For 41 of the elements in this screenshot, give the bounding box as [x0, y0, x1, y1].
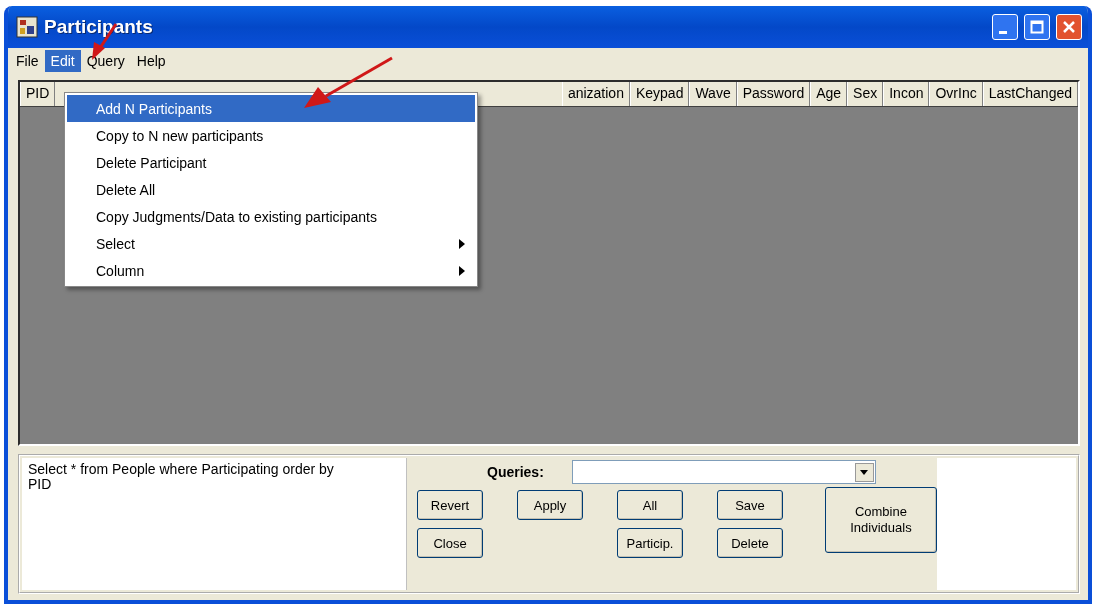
column-header[interactable]: Password [736, 82, 811, 106]
menu-item[interactable]: Copy Judgments/Data to existing participants [67, 203, 475, 230]
app-icon [16, 16, 38, 38]
column-header[interactable]: Keypad [629, 82, 690, 106]
column-header[interactable]: OvrInc [929, 82, 983, 106]
column-header[interactable]: LastChanged [982, 82, 1078, 106]
submenu-arrow-icon [459, 238, 465, 249]
menu-item[interactable]: Add N Participants [67, 95, 475, 122]
panel-button[interactable]: Close [417, 528, 483, 558]
panel-button[interactable]: Save [717, 490, 783, 520]
menu-item[interactable]: Help [130, 50, 172, 72]
panel-button[interactable]: Delete [717, 528, 783, 558]
column-header[interactable]: PID [20, 82, 56, 106]
minimize-button[interactable] [992, 14, 1018, 40]
column-header[interactable]: Age [810, 82, 848, 106]
menu-item[interactable]: Select [67, 230, 475, 257]
column-header[interactable]: Sex [847, 82, 884, 106]
menu-item[interactable]: Query [80, 50, 131, 72]
menu-item[interactable]: Edit [44, 50, 81, 72]
close-icon [1062, 20, 1076, 34]
column-header[interactable]: Wave [689, 82, 737, 106]
close-button[interactable] [1056, 14, 1082, 40]
menu-item[interactable]: File [10, 50, 45, 72]
column-header[interactable]: anization [561, 82, 630, 106]
panel-button[interactable]: Revert [417, 490, 483, 520]
queries-label: Queries: [487, 464, 544, 480]
maximize-icon [1030, 20, 1044, 34]
menu-item[interactable]: Delete All [67, 176, 475, 203]
combine-button[interactable]: Combine Individuals [824, 487, 937, 553]
panel-button[interactable]: Particip. [617, 528, 683, 558]
submenu-arrow-icon [459, 265, 465, 276]
minimize-icon [999, 30, 1007, 34]
menu-item[interactable]: Column [67, 257, 475, 284]
panel-button[interactable]: Apply [517, 490, 583, 520]
panel-button[interactable]: All [617, 490, 683, 520]
maximize-button[interactable] [1024, 14, 1050, 40]
column-header[interactable]: Incon [883, 82, 930, 106]
menu-item[interactable]: Copy to N new participants [67, 122, 475, 149]
window-title: Participants [44, 16, 154, 38]
query-text-box[interactable]: Select * from People where Participating order by PID [22, 458, 407, 590]
menu-item[interactable]: Delete Participant [67, 149, 475, 176]
